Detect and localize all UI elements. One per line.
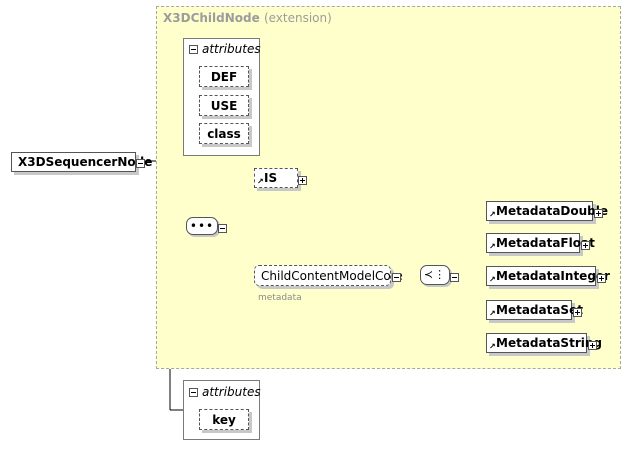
attributes-bottom-heading: attributes [202, 385, 261, 399]
attribute-class[interactable]: class [199, 123, 249, 144]
attributes-top-header[interactable]: attributes [189, 42, 261, 56]
attribute-key[interactable]: key [199, 409, 249, 430]
choice-metadata-set[interactable]: ↗ MetadataSet [486, 300, 583, 320]
group-label: ChildContentModelCore [261, 268, 403, 283]
attributes-bottom-header[interactable]: attributes [189, 385, 261, 399]
choice-metadata-float[interactable]: ↗ MetadataFloat [486, 233, 595, 253]
metadata-double-expand[interactable] [594, 206, 603, 220]
choice-icon: ≺⋮ [423, 268, 447, 281]
expand-icon[interactable] [588, 341, 597, 350]
metadata-integer-expand[interactable] [597, 271, 606, 285]
root-node-collapse[interactable] [136, 156, 145, 170]
is-node-expand[interactable] [298, 173, 307, 187]
choice-metadata-string[interactable]: ↗ MetadataString [486, 333, 602, 353]
sequence-collapse[interactable] [218, 221, 227, 235]
is-node[interactable]: ↗ IS [254, 168, 298, 188]
choice-label: MetadataSet [496, 303, 583, 317]
reference-arrow-icon: ↗ [257, 177, 264, 186]
group-caption: metadata [258, 293, 302, 303]
collapse-icon[interactable] [189, 387, 198, 397]
metadata-float-expand[interactable] [581, 238, 590, 252]
group-collapse[interactable] [392, 270, 401, 284]
extension-name: X3DChildNode [163, 11, 260, 25]
expand-icon[interactable] [573, 308, 582, 317]
choice-label: MetadataFloat [496, 236, 595, 250]
choice-label: MetadataString [496, 336, 602, 350]
attribute-def[interactable]: DEF [199, 66, 249, 87]
reference-arrow-icon: ↗ [489, 342, 496, 351]
attribute-use[interactable]: USE [199, 95, 249, 116]
root-node-label: X3DSequencerNode [18, 155, 153, 169]
expand-icon[interactable] [597, 274, 606, 283]
collapse-icon[interactable] [136, 159, 145, 168]
metadata-string-expand[interactable] [588, 338, 597, 352]
extension-title: X3DChildNode (extension) [163, 11, 332, 25]
collapse-icon[interactable] [450, 273, 459, 282]
choice-metadata-double[interactable]: ↗ MetadataDouble [486, 201, 608, 221]
root-node[interactable]: X3DSequencerNode [11, 152, 152, 172]
extension-qualifier: (extension) [263, 11, 332, 25]
choice-collapse[interactable] [450, 270, 459, 284]
reference-arrow-icon: ↗ [489, 210, 496, 219]
attributes-top-heading: attributes [202, 42, 261, 56]
expand-icon[interactable] [298, 176, 307, 185]
group-child-content-model-core[interactable]: ChildContentModelCore [254, 265, 403, 286]
choice-label: MetadataDouble [496, 204, 609, 218]
collapse-icon[interactable] [392, 273, 401, 282]
choice-metadata-integer[interactable]: ↗ MetadataInteger [486, 266, 610, 286]
expand-icon[interactable] [594, 209, 603, 218]
sequence-icon: ••• [189, 219, 215, 233]
collapse-icon[interactable] [189, 44, 198, 54]
reference-arrow-icon: ↗ [489, 309, 496, 318]
metadata-set-expand[interactable] [573, 305, 582, 319]
reference-arrow-icon: ↗ [489, 275, 496, 284]
expand-icon[interactable] [581, 241, 590, 250]
sequence-compositor[interactable]: ••• [186, 217, 218, 235]
reference-arrow-icon: ↗ [489, 242, 496, 251]
choice-label: MetadataInteger [496, 269, 610, 283]
choice-compositor[interactable]: ≺⋮ [420, 265, 450, 285]
collapse-icon[interactable] [218, 224, 227, 233]
is-node-label: IS [264, 171, 278, 185]
